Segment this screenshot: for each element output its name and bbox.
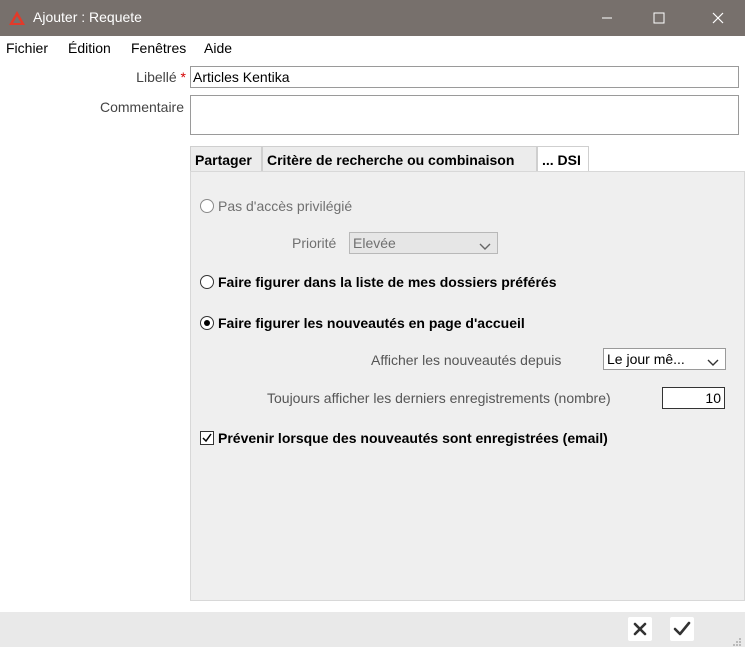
commentaire-label: Commentaire [99, 99, 184, 115]
menu-fichier[interactable]: Fichier [6, 40, 48, 56]
menu-edition[interactable]: Édition [68, 40, 111, 56]
kentika-logo-icon [8, 10, 26, 26]
page-accueil-label: Faire figurer les nouveautés en page d'a… [218, 315, 525, 331]
check-icon [673, 621, 691, 636]
checkmark-icon [202, 433, 212, 443]
libelle-input[interactable]: Articles Kentika [190, 66, 739, 88]
dossiers-preferes-label: Faire figurer dans la liste de mes dossi… [218, 274, 557, 290]
priorite-value: Elevée [353, 235, 396, 251]
title-bar: Ajouter : Requete [0, 0, 745, 36]
afficher-depuis-label: Afficher les nouveautés depuis [371, 352, 562, 368]
pas-acces-radio[interactable] [200, 199, 214, 213]
libelle-label: Libellé * [136, 69, 186, 85]
pas-acces-label: Pas d'accès privilégié [218, 198, 353, 214]
derniers-enregistrements-value: 10 [705, 390, 721, 406]
toujours-afficher-label: Toujours afficher les derniers enregistr… [267, 390, 611, 406]
derniers-enregistrements-input[interactable]: 10 [662, 387, 725, 409]
ok-button[interactable] [670, 617, 694, 641]
tab-dsi[interactable]: ... DSI [537, 146, 589, 173]
afficher-depuis-select[interactable]: Le jour mê... [603, 348, 726, 370]
menu-bar: Fichier Édition Fenêtres Aide [0, 36, 745, 60]
maximize-button[interactable] [636, 0, 682, 36]
priorite-label: Priorité [292, 235, 337, 251]
resize-grip-icon[interactable] [732, 634, 742, 646]
radio-selected-dot [204, 320, 210, 326]
minimize-button[interactable] [584, 0, 630, 36]
prevenir-checkbox[interactable] [200, 431, 214, 445]
libelle-value: Articles Kentika [193, 69, 290, 85]
required-marker: * [180, 69, 186, 85]
footer-bar [0, 612, 745, 647]
commentaire-textarea[interactable] [190, 95, 739, 135]
chevron-down-icon [479, 238, 491, 250]
prevenir-label: Prévenir lorsque des nouveautés sont enr… [218, 430, 608, 446]
cancel-button[interactable] [628, 617, 652, 641]
menu-aide[interactable]: Aide [204, 40, 232, 56]
afficher-depuis-value: Le jour mê... [607, 351, 685, 367]
tab-critere-recherche[interactable]: Critère de recherche ou combinaison [262, 146, 537, 172]
priorite-select[interactable]: Elevée [349, 232, 498, 254]
page-accueil-radio[interactable] [200, 316, 214, 330]
close-window-button[interactable] [695, 0, 741, 36]
window-title: Ajouter : Requete [33, 9, 142, 25]
tab-partager[interactable]: Partager [190, 146, 262, 172]
chevron-down-icon [707, 354, 719, 366]
close-icon [633, 622, 647, 636]
menu-fenetres[interactable]: Fenêtres [131, 40, 186, 56]
dossiers-preferes-radio[interactable] [200, 275, 214, 289]
